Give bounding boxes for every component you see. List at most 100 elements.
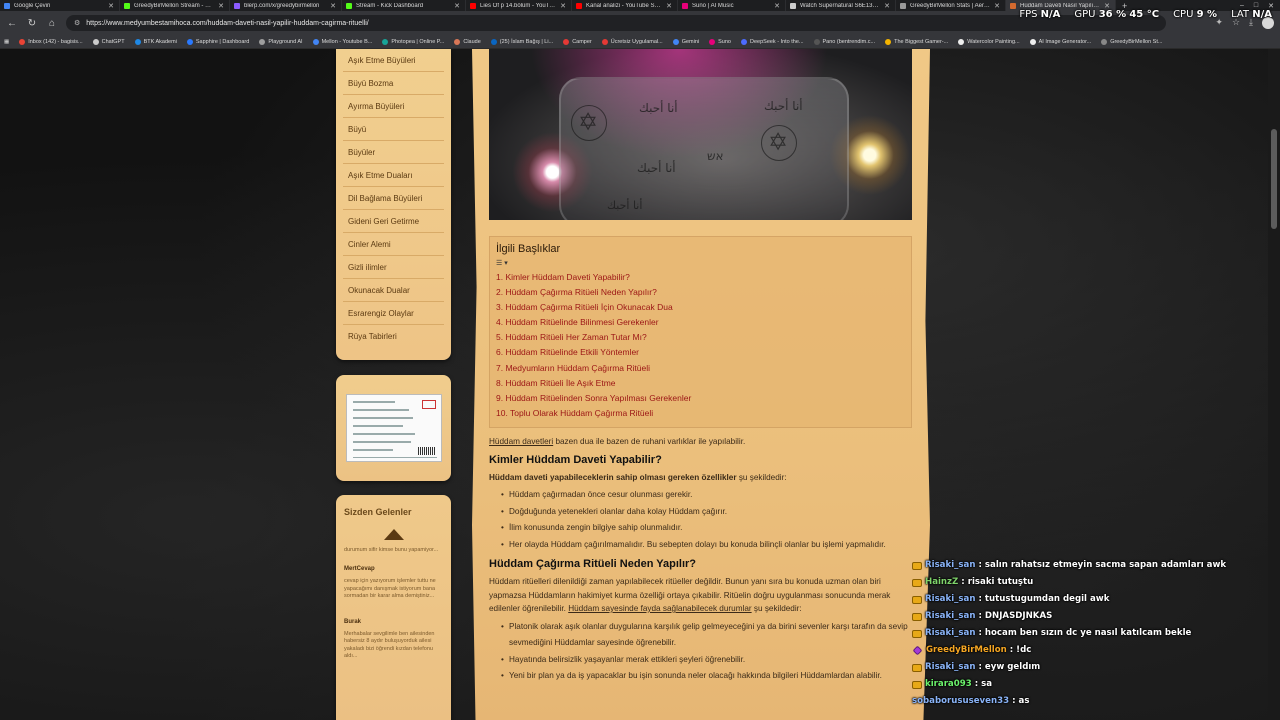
sidebar-menu-item[interactable]: Gizli ilimler xyxy=(343,256,444,279)
toc-link[interactable]: 2. Hüddam Çağırma Ritüeli Neden Yapılır? xyxy=(496,285,905,300)
scroll-up-arrow-icon[interactable] xyxy=(383,529,404,540)
chat-username[interactable]: Risaki_san xyxy=(925,625,975,642)
chat-username[interactable]: GreedyBirMellon xyxy=(926,642,1007,659)
bookmark-item[interactable]: Watercolor Painting... xyxy=(958,38,1020,45)
bookmark-item[interactable]: Claude xyxy=(454,38,481,45)
toc-link[interactable]: 9. Hüddam Ritüelinden Sonra Yapılması Ge… xyxy=(496,391,905,406)
bookmark-item[interactable]: The Biggest Gamer-... xyxy=(885,38,948,45)
toc-link[interactable]: 1. Kimler Hüddam Daveti Yapabilir? xyxy=(496,270,905,285)
bookmark-favicon-icon xyxy=(741,38,747,45)
back-arrow-icon[interactable]: ← xyxy=(6,18,18,29)
bookmark-label: Inbox (142) - bagisis... xyxy=(28,38,83,45)
chat-username[interactable]: Risaki_san xyxy=(925,659,975,676)
chat-message: Risaki_san: hocam ben sızın dc ye nasıl k… xyxy=(912,625,1272,642)
testimonial-item[interactable]: MertCevap cevap için yazıyorum işlemler … xyxy=(344,566,443,601)
tab-close-icon[interactable]: ✕ xyxy=(666,2,672,10)
sidebar-menu-item[interactable]: Büyüler xyxy=(343,141,444,164)
bookmark-item[interactable]: Ücretsiz Uygulamal... xyxy=(601,38,663,45)
chat-separator: : xyxy=(1009,645,1014,655)
tab-close-icon[interactable]: ✕ xyxy=(330,2,336,10)
reload-icon[interactable]: ↻ xyxy=(26,18,38,29)
bookmark-item[interactable]: Suno xyxy=(709,38,731,45)
bookmark-item[interactable]: Inbox (142) - bagisis... xyxy=(19,38,83,45)
huddam-davetleri-link[interactable]: Hüddam davetleri xyxy=(489,437,553,446)
tab-close-icon[interactable]: ✕ xyxy=(454,2,460,10)
sidebar-menu-item[interactable]: Büyü xyxy=(343,118,444,141)
sidebar-menu-item[interactable]: Gideni Geri Getirme xyxy=(343,210,444,233)
browser-tab[interactable]: GreedyBirMellon Stats | AeroKi... ✕ xyxy=(896,0,1006,11)
chat-username[interactable]: Risaki_san xyxy=(925,608,975,625)
bookmark-item[interactable]: Photopea | Online P... xyxy=(382,38,444,45)
chat-text: hocam ben sızın dc ye nasıl katılcam bek… xyxy=(984,628,1192,638)
home-icon[interactable]: ⌂ xyxy=(46,18,58,29)
benefits-list: Platonik olarak aşık olanlar duygularına… xyxy=(501,619,912,685)
sidebar-menu-item[interactable]: Ayırma Büyüleri xyxy=(343,95,444,118)
browser-tab[interactable]: blerp.com/x/greedybirmellon ✕ xyxy=(230,0,342,11)
chat-username[interactable]: Risaki_san xyxy=(925,557,975,574)
browser-tab[interactable]: Watch Supernatural S6E13 onli... ✕ xyxy=(786,0,896,11)
bookmark-item[interactable]: BTK Akademi xyxy=(134,38,177,45)
sidebar-document-card[interactable] xyxy=(336,375,451,481)
sidebar-menu-item[interactable]: Esrarengiz Olaylar xyxy=(343,302,444,325)
bookmark-item[interactable]: Pano (bentrendim.c... xyxy=(813,38,875,45)
fayda-durumlar-link[interactable]: Hüddam sayesinde fayda sağlanabilecek du… xyxy=(568,604,751,613)
scrollbar-thumb[interactable] xyxy=(1271,129,1277,229)
sidebar-menu-item[interactable]: Rüya Tabirleri xyxy=(343,325,444,348)
chat-message: HainzZ: risaki tutuştu xyxy=(912,574,1272,591)
bookmark-item[interactable]: Gemini xyxy=(672,38,699,45)
tab-favicon-icon xyxy=(234,2,240,9)
browser-tab[interactable]: Suno | AI Music ✕ xyxy=(678,0,786,11)
toc-toggle-icon[interactable]: ☰ ▾ xyxy=(496,259,905,267)
chat-username[interactable]: HainzZ xyxy=(925,574,958,591)
list-item: İlim konusunda zengin bilgiye sahip olun… xyxy=(501,520,912,537)
toc-link[interactable]: 3. Hüddam Çağırma Ritüeli İçin Okunacak … xyxy=(496,300,905,315)
toc-link[interactable]: 8. Hüddam Ritüeli İle Aşık Etme xyxy=(496,376,905,391)
toc-link[interactable]: 4. Hüddam Ritüelinde Bilinmesi Gerekenle… xyxy=(496,315,905,330)
sidebar-menu-item[interactable]: Cinler Alemi xyxy=(343,233,444,256)
bookmark-item[interactable]: (25) İslam Bağış | Li... xyxy=(490,38,553,45)
bookmark-item[interactable]: Sapphire | Dashboard xyxy=(186,38,249,45)
chat-text: sa xyxy=(981,679,993,689)
tab-close-icon[interactable]: ✕ xyxy=(994,2,1000,10)
browser-tab[interactable]: Lies Of p 14.bölüm - YouTube ✕ xyxy=(466,0,572,11)
bookmark-item[interactable]: GreedyBirMellon St... xyxy=(1101,38,1162,45)
toc-link[interactable]: 6. Hüddam Ritüelinde Etkili Yöntemler xyxy=(496,345,905,360)
sidebar-menu-item[interactable]: Dil Bağlama Büyüleri xyxy=(343,187,444,210)
browser-tab[interactable]: Stream - Kick Dashboard ✕ xyxy=(342,0,466,11)
toc-link[interactable]: 7. Medyumların Hüddam Çağırma Ritüeli xyxy=(496,361,905,376)
chat-username[interactable]: kirara093 xyxy=(925,676,972,693)
chat-username[interactable]: sobaborususeven33 xyxy=(912,693,1009,710)
bookmark-item[interactable]: Mellon - Youtube B... xyxy=(312,38,372,45)
sidebar-menu-item[interactable]: Aşık Etme Büyüleri xyxy=(343,49,444,72)
bookmark-favicon-icon xyxy=(454,38,461,45)
browser-tab[interactable]: Google Çeviri ✕ xyxy=(0,0,120,11)
list-item: Platonik olarak aşık olanlar duygularına… xyxy=(501,619,912,652)
browser-tab[interactable]: GreedyBirMellon Stream - Watc... ✕ xyxy=(120,0,230,11)
chat-separator: : xyxy=(1012,696,1016,706)
tab-close-icon[interactable]: ✕ xyxy=(560,2,566,10)
glass-jar-illustration xyxy=(559,77,849,220)
bookmark-item[interactable]: AI Image Generator... xyxy=(1029,38,1091,45)
url-input[interactable]: ⚙ https://www.medyumbestamihoca.com/hudd… xyxy=(66,15,1166,31)
bookmark-item[interactable]: DeepSeek - Into the... xyxy=(741,38,804,45)
site-info-icon[interactable]: ⚙ xyxy=(74,19,80,27)
tab-label: GreedyBirMellon Stats | AeroKi... xyxy=(910,2,991,9)
tab-close-icon[interactable]: ✕ xyxy=(884,2,890,10)
testimonial-item[interactable]: Burak Merhabalar sevgilimle ben ailesind… xyxy=(344,619,443,661)
tab-close-icon[interactable]: ✕ xyxy=(774,2,780,10)
bookmark-item[interactable]: Camper xyxy=(563,38,592,45)
tab-close-icon[interactable]: ✕ xyxy=(108,2,114,10)
tab-favicon-icon xyxy=(790,2,796,9)
tab-close-icon[interactable]: ✕ xyxy=(218,2,224,10)
toc-link[interactable]: 10. Toplu Olarak Hüddam Çağırma Ritüeli xyxy=(496,406,905,421)
chat-separator: : xyxy=(978,662,982,672)
toc-link[interactable]: 5. Hüddam Ritüeli Her Zaman Tutar Mı? xyxy=(496,330,905,345)
bookmark-item[interactable]: Playground AI xyxy=(259,38,303,45)
chat-username[interactable]: Risaki_san xyxy=(925,591,975,608)
bookmark-item[interactable]: ChatGPT xyxy=(92,38,125,45)
sidebar-menu-item[interactable]: Okunacak Dualar xyxy=(343,279,444,302)
browser-tab[interactable]: Kanal analizi - YouTube Studio ✕ xyxy=(572,0,678,11)
sidebar-menu-item[interactable]: Büyü Bozma xyxy=(343,72,444,95)
sidebar-menu-item[interactable]: Aşık Etme Duaları xyxy=(343,164,444,187)
bookmarks-apps-icon[interactable]: ▦ xyxy=(4,39,9,45)
